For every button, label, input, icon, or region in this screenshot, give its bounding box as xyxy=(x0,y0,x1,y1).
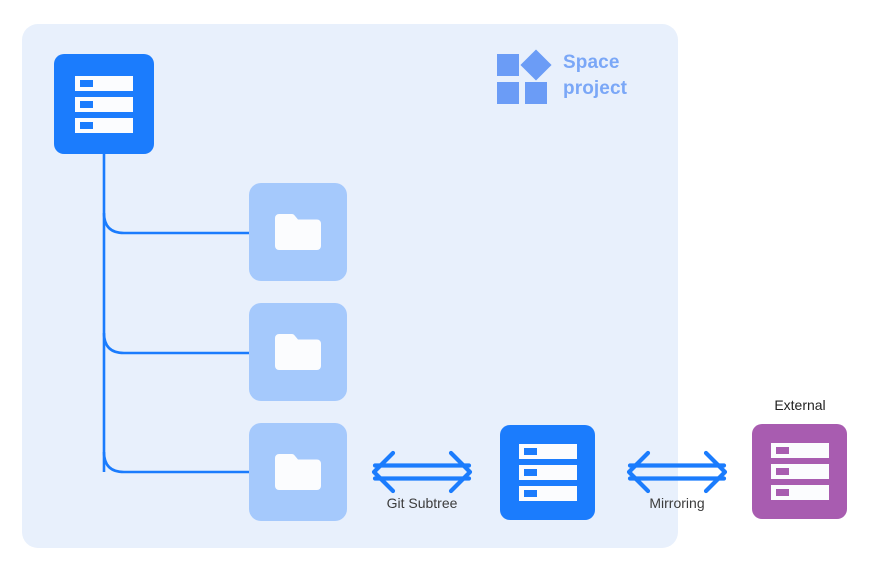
repository-bar xyxy=(770,443,829,458)
folder-icon-1[interactable] xyxy=(249,183,347,281)
space-project-label: Space project xyxy=(563,52,628,99)
folder-glyph xyxy=(275,334,321,370)
diagram-canvas: Space project Git Subtree Mirroring Exte… xyxy=(0,0,871,576)
folder-glyph xyxy=(275,214,321,250)
repository-bar xyxy=(75,117,133,133)
double-arrow-icon xyxy=(371,450,473,494)
space-logo-square-top-left xyxy=(497,54,519,76)
repository-bar xyxy=(770,464,829,479)
repository-bar xyxy=(75,75,133,91)
space-project-brand: Space project xyxy=(497,49,628,104)
git-subtree-label: Git Subtree xyxy=(386,495,458,511)
mirroring-connection: Mirroring xyxy=(626,449,728,511)
repository-bar xyxy=(75,96,133,112)
git-subtree-connection: Git Subtree xyxy=(371,449,473,511)
root-repository-icon[interactable] xyxy=(54,54,154,154)
double-arrow-icon xyxy=(626,450,728,494)
repository-bar xyxy=(770,485,829,500)
space-repository-icon[interactable] xyxy=(500,425,595,520)
folder-glyph xyxy=(275,454,321,490)
repository-bar xyxy=(518,465,577,480)
folder-icon-2[interactable] xyxy=(249,303,347,401)
external-repository-label: External xyxy=(774,397,826,413)
external-repository-icon[interactable] xyxy=(752,424,847,519)
space-logo-square-bottom-left xyxy=(497,82,519,104)
space-logo-diamond-top-right xyxy=(520,49,552,81)
mirroring-label: Mirroring xyxy=(649,495,705,511)
space-logo-icon xyxy=(497,49,552,104)
space-logo-square-bottom-right xyxy=(525,82,547,104)
repository-bar xyxy=(518,444,577,459)
folder-icon-3[interactable] xyxy=(249,423,347,521)
repository-bar xyxy=(518,486,577,501)
